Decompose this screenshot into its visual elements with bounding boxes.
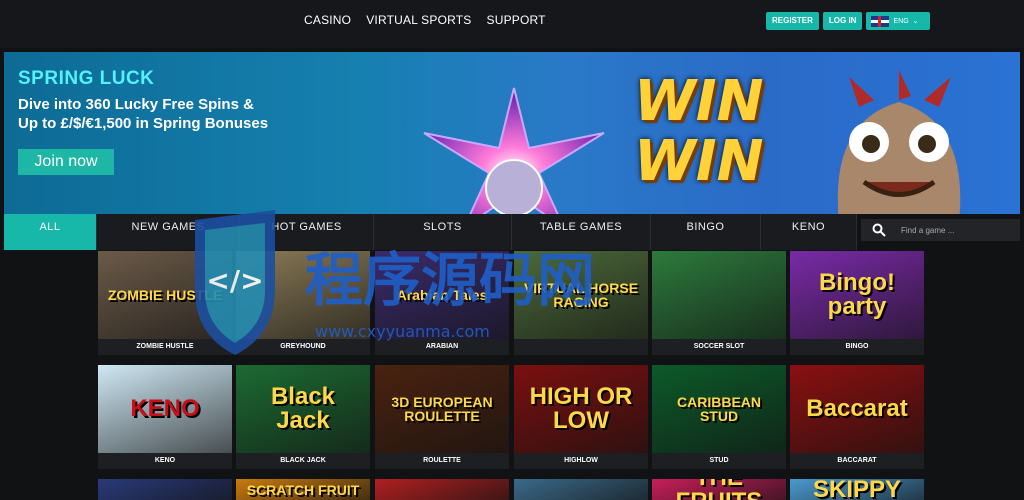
game-art-title: THE FRUITS [652,479,786,500]
nav-support[interactable]: SUPPORT [487,13,546,27]
game-thumbnail [652,251,786,339]
game-tile[interactable]: SKIPPY [790,479,924,500]
tab-bingo[interactable]: BINGO [651,214,761,250]
game-thumbnail: 3D EUROPEAN ROULETTE [375,365,509,453]
game-tile[interactable]: HIGH OR LOW HIGHLOW [514,365,648,469]
main-nav: CASINO VIRTUAL SPORTS SUPPORT [304,13,546,27]
promo-line-2: Up to £/$/€1,500 in Spring Bonuses [18,115,269,132]
game-thumbnail [514,479,648,500]
win-win-logo: WIN WIN [634,72,763,192]
game-tile[interactable]: GREYHOUND [236,251,370,355]
game-art-title: CARIBBEAN STUD [677,394,761,424]
game-name: BINGO [790,339,924,355]
game-tile[interactable]: ZOMBIE HUSTLE ZOMBIE HUSTLE [98,251,232,355]
chevron-down-icon: ⌄ [912,18,919,25]
game-thumbnail [375,479,509,500]
game-name: ZOMBIE HUSTLE [98,339,232,355]
game-name: BLACK JACK [236,453,370,469]
nav-virtual-sports[interactable]: VIRTUAL SPORTS [366,13,471,27]
game-thumbnail: ZOMBIE HUSTLE [98,251,232,339]
game-art-title: Bingo! party [819,269,895,320]
game-tile[interactable]: KENO KENO [98,365,232,469]
tab-slots[interactable]: SLOTS [374,214,512,250]
game-name: ARABIAN [375,339,509,355]
nav-casino[interactable]: CASINO [304,13,351,27]
promo-line-1: Dive into 360 Lucky Free Spins & [18,96,254,113]
game-thumbnail: CARIBBEAN STUD [652,365,786,453]
category-tabs: ALL NEW GAMES HOT GAMES SLOTS TABLE GAME… [4,214,857,250]
game-name: STUD [652,453,786,469]
game-art-title: HIGH OR LOW [529,383,633,434]
game-art-title: SKIPPY [812,479,902,500]
game-tile[interactable]: SOCCER SLOT [652,251,786,355]
monster-mascot [837,70,961,214]
game-tile[interactable]: CARIBBEAN STUD STUD [652,365,786,469]
game-art-title: 3D EUROPEAN ROULETTE [391,394,493,424]
game-tile[interactable]: Baccarat BACCARAT [790,365,924,469]
game-tile[interactable] [98,479,232,500]
promo-banner[interactable]: WIN WIN SPRING LUCK Dive into 360 Lucky … [4,52,1020,214]
game-thumbnail: THE FRUITS [652,479,786,500]
uk-flag-icon [871,15,890,27]
tab-all[interactable]: ALL [4,214,97,250]
game-tile[interactable]: Black Jack BLACK JACK [236,365,370,469]
game-tile[interactable]: VIRTUAL HORSE RACING [514,251,648,355]
game-art-title: Baccarat [806,395,908,422]
game-name: BACCARAT [790,453,924,469]
game-art-title: Black Jack [270,383,336,434]
game-name [514,339,648,355]
join-now-button[interactable]: Join now [18,149,114,175]
game-name: SOCCER SLOT [652,339,786,355]
tab-keno[interactable]: KENO [761,214,857,250]
game-thumbnail: Bingo! party [790,251,924,339]
tab-table-games[interactable]: TABLE GAMES [512,214,651,250]
top-bar: CASINO VIRTUAL SPORTS SUPPORT REGISTER L… [0,0,1024,48]
game-thumbnail: Arabian Tales [375,251,509,339]
game-name: ROULETTE [375,453,509,469]
game-tile[interactable]: 3D EUROPEAN ROULETTE ROULETTE [375,365,509,469]
game-thumbnail: SKIPPY [790,479,924,500]
game-tile[interactable] [375,479,509,500]
game-art-title: VIRTUAL HORSE RACING [523,280,639,310]
game-name: HIGHLOW [514,453,648,469]
search-icon[interactable] [861,219,897,241]
game-thumbnail: Black Jack [236,365,370,453]
game-tile[interactable] [514,479,648,500]
game-thumbnail: KENO [98,365,232,453]
promo-headline: SPRING LUCK [18,68,155,89]
language-selector[interactable]: ENG ⌄ [866,12,931,30]
auth-controls: REGISTER LOG IN ENG ⌄ [766,12,931,30]
game-thumbnail: HIGH OR LOW [514,365,648,453]
win-text-2: WIN [634,129,764,194]
register-button[interactable]: REGISTER [766,12,819,30]
search-input[interactable]: Find a game ... [897,226,954,235]
game-thumbnail: VIRTUAL HORSE RACING [514,251,648,339]
star-gem-graphic [423,87,605,214]
game-art-title: KENO [130,395,200,422]
game-tile[interactable]: Arabian Tales ARABIAN [375,251,509,355]
game-name: KENO [98,453,232,469]
game-art-title: Arabian Tales [396,287,488,303]
game-name: GREYHOUND [236,339,370,355]
game-art-title: SCRATCH FRUIT [246,481,360,498]
game-thumbnail: Baccarat [790,365,924,453]
game-tile[interactable]: THE FRUITS [652,479,786,500]
tab-new-games[interactable]: NEW GAMES [97,214,240,250]
game-search[interactable]: Find a game ... [861,219,1020,241]
game-thumbnail: SCRATCH FRUIT [236,479,370,500]
game-tile[interactable]: SCRATCH FRUIT [236,479,370,500]
game-thumbnail [98,479,232,500]
game-thumbnail [236,251,370,339]
game-art-title: ZOMBIE HUSTLE [107,287,223,303]
tab-hot-games[interactable]: HOT GAMES [240,214,374,250]
language-label: ENG [893,17,909,25]
login-button[interactable]: LOG IN [822,12,863,30]
win-text-1: WIN [634,69,764,134]
game-tile[interactable]: Bingo! party BINGO [790,251,924,355]
